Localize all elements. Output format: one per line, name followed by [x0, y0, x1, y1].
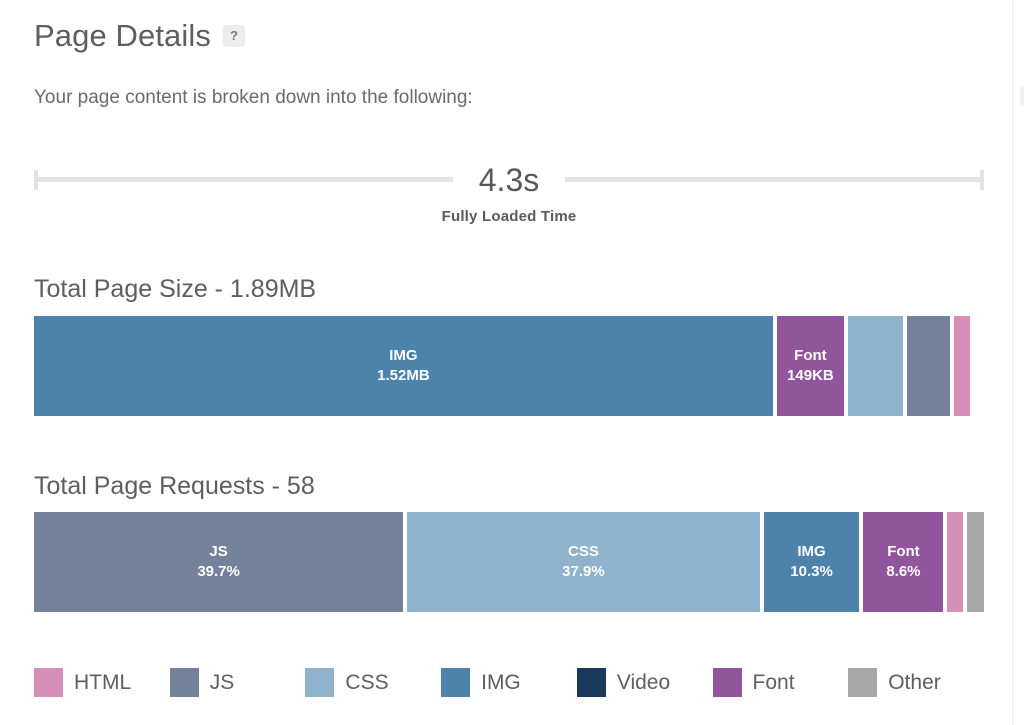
- total-page-size-title: Total Page Size - 1.89MB: [34, 275, 317, 303]
- legend-label: Video: [616, 670, 671, 694]
- legend-item-video[interactable]: Video: [576, 668, 713, 697]
- legend-label: Other: [888, 670, 941, 694]
- legend-swatch-js-icon: [169, 668, 199, 697]
- legend-label: CSS: [345, 670, 389, 694]
- bar-segment-html[interactable]: [954, 316, 970, 416]
- timeline-value-wrap: 4.3s: [34, 160, 984, 200]
- legend-swatch-font-icon: [712, 668, 742, 697]
- bar-segment-value: 149KB: [787, 367, 834, 384]
- legend-item-js[interactable]: JS: [169, 668, 306, 697]
- legend-swatch-css-icon: [305, 668, 335, 697]
- legend-label: Font: [752, 670, 795, 694]
- fully-loaded-time-value: 4.3s: [452, 160, 566, 200]
- page-header: Page Details ?: [34, 20, 245, 51]
- legend-item-css[interactable]: CSS: [305, 668, 441, 697]
- legend-swatch-other-icon: [848, 668, 878, 697]
- legend-item-other[interactable]: Other: [848, 668, 984, 697]
- bar-segment-label: IMG: [797, 543, 826, 560]
- legend-swatch-video-icon: [576, 668, 606, 697]
- total-page-size-bar: IMG 1.52MB Font 149KB: [34, 316, 984, 416]
- legend-item-font[interactable]: Font: [712, 668, 849, 697]
- bar-segment-value: 10.3%: [790, 563, 833, 580]
- fully-loaded-timeline: 4.3s Fully Loaded Time: [34, 160, 984, 232]
- fully-loaded-time-label: Fully Loaded Time: [441, 208, 577, 225]
- panel-right-edge-marker: [1020, 86, 1024, 106]
- bar-segment-label: CSS: [568, 543, 599, 560]
- bar-segment-label: JS: [209, 543, 228, 560]
- bar-segment-label: Font: [794, 347, 827, 364]
- bar-segment-value: 39.7%: [197, 563, 240, 580]
- legend-swatch-img-icon: [441, 668, 471, 697]
- bar-segment-value: 8.6%: [886, 563, 921, 580]
- legend-item-html[interactable]: HTML: [34, 668, 170, 697]
- help-icon[interactable]: ?: [222, 24, 245, 47]
- page-details-panel: Page Details ? Your page content is brok…: [0, 0, 1012, 725]
- bar-segment-css[interactable]: [848, 316, 904, 416]
- bar-segment-js[interactable]: [907, 316, 951, 416]
- chart-legend: HTML JS CSS IMG Video Font Other: [34, 668, 984, 697]
- bar-segment-label: IMG: [389, 347, 418, 364]
- total-page-requests-title: Total Page Requests - 58: [34, 472, 315, 500]
- bar-segment-other[interactable]: [967, 512, 984, 612]
- page-title: Page Details: [34, 18, 211, 53]
- bar-segment-html[interactable]: [947, 512, 964, 612]
- bar-segment-font[interactable]: Font 149KB: [776, 316, 845, 416]
- legend-swatch-html-icon: [34, 668, 63, 697]
- bar-segment-js[interactable]: JS 39.7%: [34, 512, 404, 612]
- legend-item-img[interactable]: IMG: [441, 668, 577, 697]
- bar-segment-img[interactable]: IMG 10.3%: [763, 512, 860, 612]
- legend-label: JS: [209, 670, 235, 694]
- bar-segment-img[interactable]: IMG 1.52MB: [34, 316, 773, 416]
- page-subtitle: Your page content is broken down into th…: [34, 87, 473, 108]
- bar-segment-css[interactable]: CSS 37.9%: [407, 512, 760, 612]
- total-page-requests-bar: JS 39.7% CSS 37.9% IMG 10.3% Font 8.6%: [34, 512, 984, 612]
- bar-segment-font[interactable]: Font 8.6%: [863, 512, 944, 612]
- bar-segment-value: 1.52MB: [377, 367, 430, 384]
- legend-label: IMG: [481, 670, 521, 694]
- panel-right-edge: [1012, 0, 1013, 725]
- bar-segment-label: Font: [887, 543, 920, 560]
- bar-segment-value: 37.9%: [562, 563, 605, 580]
- legend-label: HTML: [74, 670, 132, 694]
